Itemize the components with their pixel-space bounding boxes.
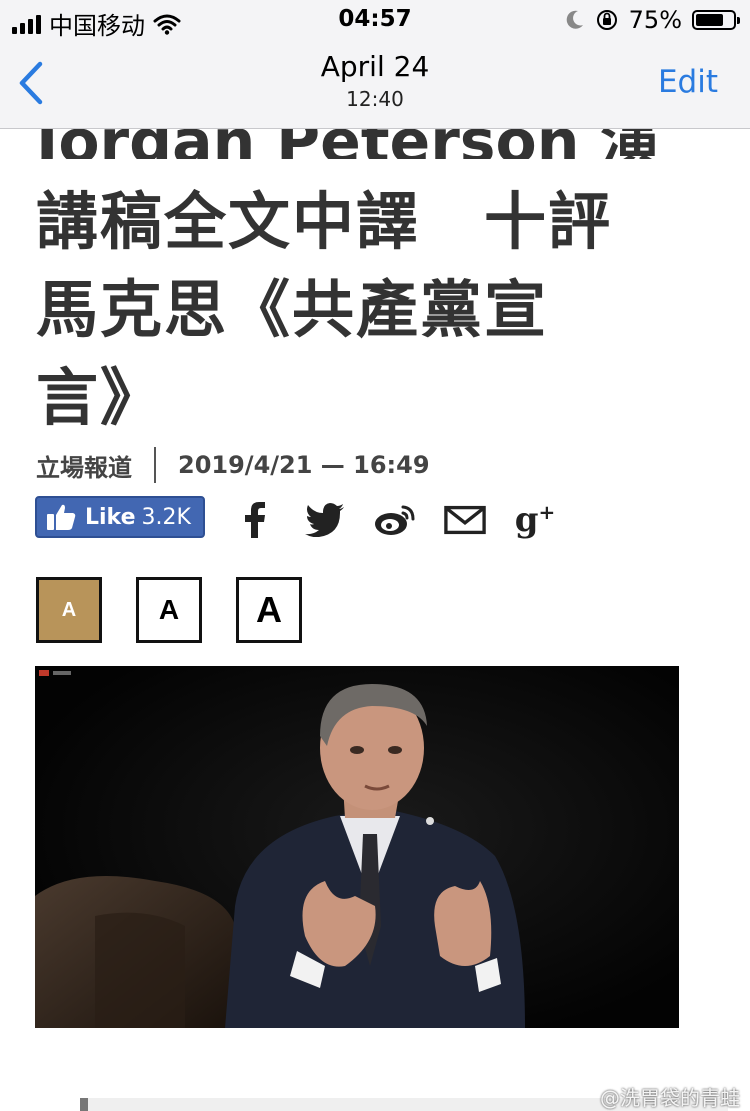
battery-icon [692,10,740,30]
rotation-lock-icon [596,10,617,30]
article-source[interactable]: 立場報道 [36,448,132,483]
byline: 立場報道 2019/4/21 — 16:49 [36,445,430,485]
font-size-small-button[interactable]: A [36,577,102,643]
status-right: 75% [565,6,740,34]
facebook-icon[interactable] [234,500,276,540]
headline-cut-line: Jordan Peterson 演 [36,129,660,159]
moon-icon [566,10,583,29]
thumbs-up-icon [47,504,76,530]
twitter-icon[interactable] [304,500,346,540]
like-label: Like [85,504,136,530]
headline-line: 講稿全文中譯 十評 [36,185,613,258]
weibo-watermark: @洗胃袋的青蛙 [600,1086,740,1110]
font-size-controls: A A A [36,577,302,643]
speaker-photo [35,666,679,1028]
like-count: 3.2K [141,504,191,530]
article-headline: 講稿全文中譯 十評 馬克思《共產黨宣 言》 [36,178,676,442]
nav-title: April 24 12:40 [0,50,750,111]
facebook-like-button[interactable]: Like 3.2K [35,496,205,538]
article-hero-image [35,666,679,1028]
weibo-icon[interactable] [374,500,416,540]
headline-partial: Jordan Peterson 演 [36,129,676,159]
battery-percent: 75% [628,6,682,34]
share-row: g + [234,500,556,540]
battery-fill [696,14,723,26]
headline-line: 言》 [36,361,165,434]
mail-icon[interactable] [444,500,486,540]
article-date: 2019/4/21 — 16:49 [178,451,430,479]
nav-time: 12:40 [346,87,404,111]
edit-button[interactable]: Edit [658,64,718,100]
headline-line: 馬克思《共產黨宣 [36,273,549,346]
font-size-medium-button[interactable]: A [136,577,202,643]
google-plus-icon[interactable]: g + [514,500,556,540]
font-size-large-button[interactable]: A [236,577,302,643]
nav-date: April 24 [320,50,430,83]
status-bar: 中国移动 04:57 75% [0,0,750,40]
byline-divider [154,447,156,483]
nav-bar: April 24 12:40 Edit [0,40,750,129]
